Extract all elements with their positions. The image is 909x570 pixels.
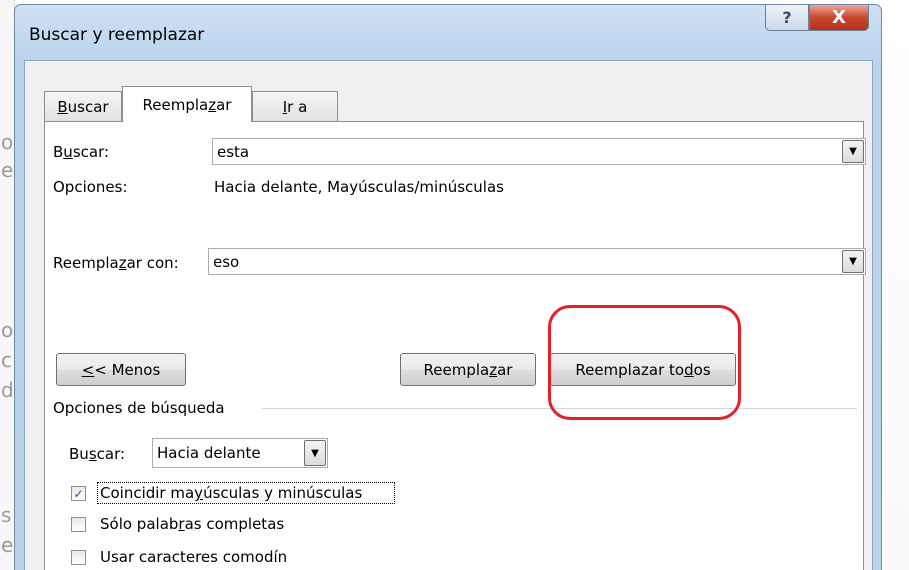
- find-label: Buscar:: [53, 143, 110, 161]
- find-value: esta: [217, 143, 250, 161]
- find-dropdown-button[interactable]: ▼: [842, 140, 864, 163]
- checkmark-icon: ✓: [73, 486, 84, 501]
- options-summary: Hacia delante, Mayúsculas/minúsculas: [214, 178, 504, 196]
- direction-select[interactable]: Hacia delante ▼: [152, 438, 328, 468]
- replace-value: eso: [213, 253, 240, 271]
- panel-content: Buscar: esta ▼ Opciones: Hacia delante, …: [0, 0, 909, 570]
- options-label: Opciones:: [53, 178, 128, 196]
- replace-label: Reemplazar con:: [53, 254, 179, 272]
- whole-words-label[interactable]: Sólo palabras completas: [100, 515, 284, 533]
- chevron-down-icon: ▼: [849, 256, 857, 267]
- replace-combobox[interactable]: eso ▼: [208, 248, 866, 275]
- direction-dropdown-button[interactable]: ▼: [304, 440, 326, 466]
- replace-button[interactable]: Reemplazar: [400, 353, 536, 386]
- direction-label: Buscar:: [69, 445, 126, 463]
- match-case-label[interactable]: Coincidir mayúsculas y minúsculas: [100, 484, 362, 502]
- less-options-button[interactable]: << Menos: [56, 353, 186, 386]
- find-combobox[interactable]: esta ▼: [212, 138, 866, 165]
- direction-value: Hacia delante: [157, 444, 261, 462]
- whole-words-checkbox[interactable]: [71, 517, 86, 532]
- red-highlight-annotation: [548, 305, 741, 420]
- match-case-checkbox[interactable]: ✓: [71, 486, 86, 501]
- wildcards-label[interactable]: Usar caracteres comodín: [100, 548, 287, 566]
- less-button-label: << Menos: [81, 360, 161, 379]
- replace-dropdown-button[interactable]: ▼: [842, 250, 864, 273]
- search-options-heading: Opciones de búsqueda: [53, 399, 225, 417]
- wildcards-checkbox[interactable]: [71, 550, 86, 565]
- chevron-down-icon: ▼: [311, 447, 319, 459]
- replace-button-label: Reemplazar: [423, 360, 513, 379]
- chevron-down-icon: ▼: [849, 146, 857, 157]
